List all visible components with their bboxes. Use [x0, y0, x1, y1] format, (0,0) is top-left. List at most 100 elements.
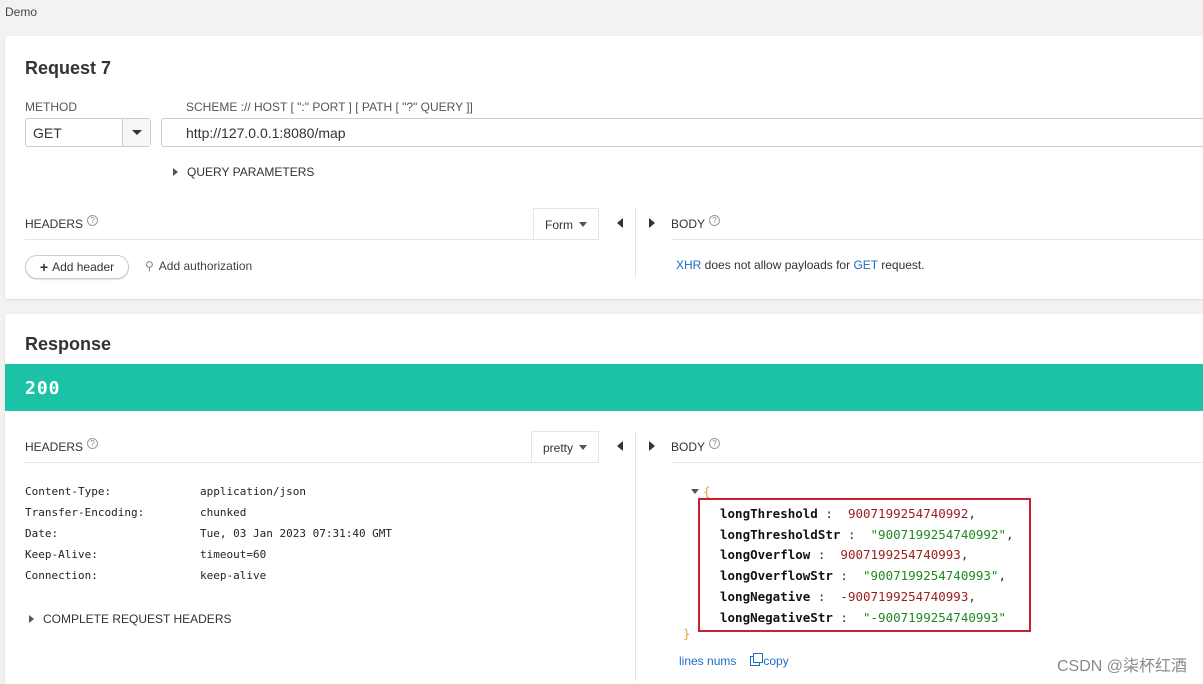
response-title: Response	[25, 334, 112, 354]
json-colon: :	[832, 568, 863, 584]
json-comma: ,	[1006, 526, 1014, 542]
url-input[interactable]	[161, 118, 1203, 147]
header-key: Date:	[25, 527, 59, 540]
header-row: Keep-Alive: timeout=60	[25, 544, 392, 565]
response-panel: Response 200 HEADERS ? pretty BODY ? Con…	[5, 314, 1203, 684]
json-body: longThreshold : 9007199254740992, longTh…	[720, 503, 1014, 628]
json-line: longOverflow : 9007199254740993,	[720, 545, 1014, 566]
copy-button[interactable]: copy	[750, 653, 789, 668]
headers-format-value: Form	[545, 217, 573, 232]
json-key: longNegative	[720, 589, 811, 605]
header-value: keep-alive	[200, 569, 267, 582]
json-value: "9007199254740993"	[863, 568, 999, 584]
add-authorization-button[interactable]: ⚲ Add authorization	[145, 259, 252, 273]
request-title: Request 7	[25, 58, 112, 78]
panel-divider	[635, 208, 636, 278]
json-line: longThreshold : 9007199254740992,	[720, 503, 1014, 524]
caret-left-icon	[617, 441, 623, 451]
json-comma: ,	[998, 568, 1006, 584]
request-body-label: BODY	[671, 217, 706, 231]
caret-left-icon	[617, 218, 623, 228]
url-format-label: SCHEME :// HOST [ ":" PORT ] [ PATH [ "?…	[186, 100, 473, 114]
json-key: longNegativeStr	[720, 609, 833, 625]
json-close: }	[683, 626, 691, 641]
divider	[25, 462, 599, 463]
method-value: GET	[33, 125, 62, 141]
json-value: "9007199254740992"	[870, 526, 1006, 542]
json-line: longThresholdStr : "9007199254740992",	[720, 524, 1014, 545]
header-key: Keep-Alive:	[25, 548, 98, 561]
request-panel: Request 7 METHOD SCHEME :// HOST [ ":" P…	[5, 36, 1203, 299]
watermark: CSDN @柒杯红酒	[1056, 658, 1187, 675]
header-value: timeout=60	[200, 548, 267, 561]
status-code: 200	[25, 378, 61, 399]
divider	[671, 239, 1203, 240]
header-value: Tue, 03 Jan 2023 07:31:40 GMT	[200, 527, 393, 540]
header-value: chunked	[200, 506, 247, 519]
request-headers-heading: HEADERS ?	[25, 214, 99, 231]
header-key: Transfer-Encoding:	[25, 506, 145, 519]
json-colon: :	[810, 589, 841, 605]
caret-right-icon	[173, 168, 178, 176]
header-key: Content-Type:	[25, 485, 112, 498]
panel-divider	[635, 431, 636, 681]
json-key: longThreshold	[720, 505, 818, 521]
response-body-heading: BODY ?	[671, 437, 721, 454]
line-nums-toggle[interactable]: lines nums	[679, 654, 736, 668]
open-brace: {	[703, 484, 711, 499]
copy-icon	[750, 653, 764, 666]
json-colon: :	[840, 526, 871, 542]
complete-request-headers-label: COMPLETE REQUEST HEADERS	[43, 612, 232, 626]
get-link[interactable]: GET	[853, 258, 877, 272]
response-headers-label: HEADERS	[25, 440, 84, 454]
caret-right-icon	[649, 441, 655, 451]
json-open[interactable]: {	[691, 484, 711, 499]
help-circle-icon[interactable]: ?	[709, 437, 721, 449]
body-note-text: does not allow payloads for	[701, 258, 854, 272]
response-body-footer: lines nums copy	[679, 653, 789, 668]
header-key: Connection:	[25, 569, 98, 582]
response-headers-list: Content-Type: application/json Transfer-E…	[25, 481, 392, 586]
json-colon: :	[817, 505, 848, 521]
response-headers-heading: HEADERS ?	[25, 437, 99, 454]
help-circle-icon[interactable]: ?	[709, 214, 721, 226]
body-note-end: request.	[877, 258, 925, 272]
copy-label: copy	[763, 654, 789, 668]
header-row: Connection: keep-alive	[25, 565, 392, 586]
help-circle-icon[interactable]: ?	[87, 437, 99, 449]
json-value: 9007199254740992	[847, 505, 969, 521]
collapse-json-icon[interactable]	[691, 489, 699, 494]
help-circle-icon[interactable]: ?	[87, 214, 99, 226]
response-format-value: pretty	[543, 440, 574, 455]
header-value: application/json	[200, 485, 306, 498]
key-icon: ⚲	[145, 259, 154, 273]
json-key: longOverflowStr	[720, 568, 833, 584]
plus-icon: +	[39, 259, 49, 275]
collapse-left-button[interactable]	[614, 217, 626, 229]
body-note: XHR does not allow payloads for GET requ…	[676, 258, 925, 272]
complete-request-headers-toggle[interactable]: COMPLETE REQUEST HEADERS	[29, 612, 231, 626]
method-select[interactable]: GET	[25, 118, 151, 147]
response-body-label: BODY	[671, 440, 706, 454]
xhr-link[interactable]: XHR	[676, 258, 701, 272]
add-header-button[interactable]: + Add header	[25, 255, 129, 279]
json-value: "-9007199254740993"	[863, 609, 1006, 625]
headers-format-dropdown[interactable]: Form	[533, 208, 599, 240]
request-headers-label: HEADERS	[25, 217, 84, 231]
query-parameters-label: QUERY PARAMETERS	[187, 165, 315, 179]
collapse-right-button[interactable]	[646, 217, 658, 229]
json-colon: :	[810, 547, 841, 563]
close-brace: }	[683, 626, 691, 641]
header-row: Transfer-Encoding: chunked	[25, 502, 392, 523]
status-bar: 200	[5, 364, 1203, 411]
json-value: -9007199254740993	[840, 589, 969, 605]
query-parameters-toggle[interactable]: QUERY PARAMETERS	[173, 165, 314, 179]
caret-right-icon	[649, 218, 655, 228]
collapse-right-button[interactable]	[646, 440, 658, 452]
chevron-down-icon	[579, 222, 587, 227]
collapse-left-button[interactable]	[614, 440, 626, 452]
method-label: METHOD	[25, 100, 77, 114]
json-comma: ,	[960, 547, 969, 563]
chevron-down-icon[interactable]	[122, 119, 150, 146]
response-format-dropdown[interactable]: pretty	[531, 431, 600, 463]
